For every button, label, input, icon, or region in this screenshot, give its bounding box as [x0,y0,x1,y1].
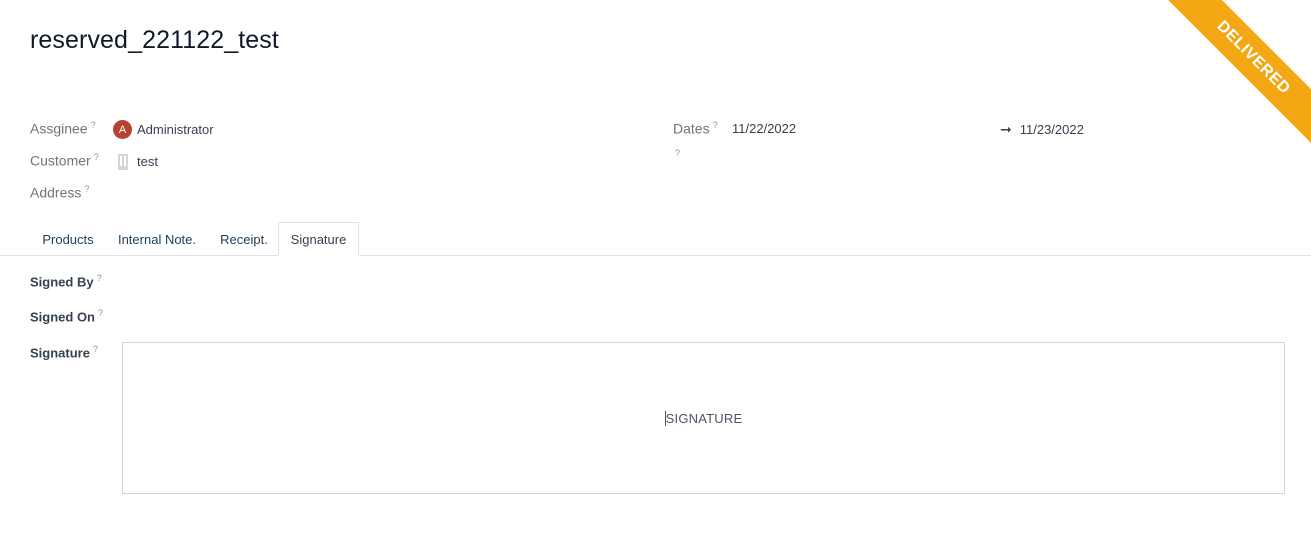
signature-label: Signature? [30,344,98,361]
date-end-field[interactable]: ➞ 11/23/2022 [1000,121,1084,138]
signed-by-row: Signed By? [30,273,102,289]
building-icon [118,154,128,170]
assignee-label: Assginee? [30,120,96,137]
signature-placeholder: SIGNATURE [664,410,743,426]
assignee-row: Assginee? [30,120,96,137]
customer-row: Customer? [30,152,99,169]
avatar: A [113,120,132,139]
customer-value[interactable]: test [137,154,158,169]
address-label: Address? [30,184,90,201]
status-ribbon-text: DELIVERED [1161,0,1311,150]
dates-help: ? [675,148,680,158]
tab-signature[interactable]: Signature [278,222,359,256]
status-ribbon: DELIVERED [1161,0,1311,150]
date-start-field[interactable]: 11/22/2022 [732,121,796,136]
assignee-value[interactable]: Administrator [137,122,214,137]
notebook-tabs: Products Internal Note. Receipt. Signatu… [0,222,1311,256]
tab-internal-note[interactable]: Internal Note. [108,222,206,256]
signed-on-row: Signed On? [30,308,103,324]
dates-label: Dates? [673,120,718,137]
address-row: Address? [30,184,89,201]
customer-field[interactable]: test [118,153,158,170]
signed-by-label: Signed By? [30,273,102,290]
help-mark: ? [675,148,681,158]
signature-row: Signature? [30,344,98,360]
date-start-value[interactable]: 11/22/2022 [732,121,796,136]
signed-on-label: Signed On? [30,308,104,325]
tab-products[interactable]: Products [30,222,106,256]
record-title[interactable]: reserved_221122_test [30,26,279,55]
customer-label: Customer? [30,152,99,169]
dates-row: Dates? [673,120,718,137]
signature-pad[interactable]: SIGNATURE [122,342,1285,494]
date-end-value[interactable]: 11/23/2022 [1020,122,1084,137]
form-view: reserved_221122_test DELIVERED Assginee?… [0,0,1311,535]
arrow-right-icon: ➞ [1000,121,1012,137]
tab-receipt[interactable]: Receipt. [210,222,278,256]
assignee-field[interactable]: A Administrator [113,120,214,139]
